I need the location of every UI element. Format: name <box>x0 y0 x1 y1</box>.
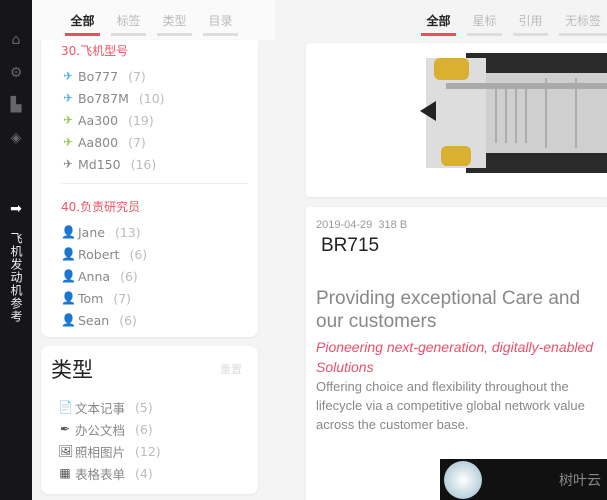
user-icon: 👤 <box>61 313 76 327</box>
note-body: Offering choice and flexibility througho… <box>316 379 585 432</box>
item-label: Anna <box>78 268 111 284</box>
item-label: Sean <box>78 312 110 328</box>
right-tabs: 全部 星标 引用 无标签 <box>421 0 607 36</box>
item-label: Md150 <box>78 156 121 172</box>
researcher-item[interactable]: 👤 Anna (6) <box>61 265 258 287</box>
researcher-item[interactable]: 👤 Robert (6) <box>61 243 258 265</box>
note-image-card[interactable] <box>306 43 607 197</box>
aircraft-item[interactable]: ✈ Bo787M (10) <box>61 87 258 109</box>
tab-starred[interactable]: 星标 <box>467 0 502 36</box>
type-item[interactable]: ✒ 办公文档 (6) <box>58 418 242 440</box>
tab-tags[interactable]: 标签 <box>111 0 146 36</box>
item-count: (6) <box>120 268 138 284</box>
airplane-icon: ✈ <box>62 157 74 171</box>
note-heading: Providing exceptional Care and our custo… <box>316 288 581 332</box>
item-count: (12) <box>135 443 161 459</box>
tag-icon[interactable]: ◈ <box>8 130 24 146</box>
home-icon[interactable]: ⌂ <box>8 32 24 48</box>
item-count: (6) <box>129 246 148 262</box>
divider <box>61 183 248 184</box>
user-icon: 👤 <box>61 247 76 261</box>
airplane-icon: ✈ <box>62 113 74 127</box>
item-label: Robert <box>78 246 120 262</box>
item-label: 照相图片 <box>75 444 126 460</box>
gear-icon[interactable]: ⚙ <box>8 65 24 81</box>
tab-folders[interactable]: 目录 <box>203 0 238 36</box>
item-label: Bo777 <box>78 68 119 84</box>
arrow-right-icon[interactable]: ➡ <box>8 201 24 217</box>
aircraft-item[interactable]: ✈ Aa800 (7) <box>61 131 258 153</box>
item-count: (13) <box>114 224 141 240</box>
windows-logo-icon <box>444 461 482 499</box>
item-count: (6) <box>119 312 137 328</box>
aircraft-list: ✈ Bo777 (7) ✈ Bo787M (10) ✈ Aa300 (19) ✈ Aa800 (7) ✈… <box>61 65 258 175</box>
item-label: Tom <box>78 290 104 306</box>
file-type-icon: ✒ <box>59 422 71 436</box>
tab-types[interactable]: 类型 <box>157 0 192 36</box>
type-list: 📄 文本记事 (5) ✒ 办公文档 (6) 🖼 照相图片 (12) ▦ 表格表单 (4) <box>51 396 242 484</box>
tab-referenced[interactable]: 引用 <box>513 0 548 36</box>
watermark: 树叶云 <box>440 459 607 500</box>
researcher-section-title: 40.负责研究员 <box>61 200 141 214</box>
item-count: (5) <box>135 399 153 415</box>
reset-button[interactable]: 重置 <box>220 361 242 377</box>
filter-card: 30.飞机型号 ✈ Bo777 (7) ✈ Bo787M (10) ✈ Aa300 (19) ✈ A… <box>41 40 258 337</box>
aircraft-item[interactable]: ✈ Bo777 (7) <box>61 65 258 87</box>
item-count: (19) <box>128 112 154 128</box>
file-type-icon: 🖼 <box>58 444 74 458</box>
type-item[interactable]: 📄 文本记事 (5) <box>58 396 242 418</box>
engine-image <box>420 53 607 173</box>
item-count: (7) <box>113 290 132 306</box>
researcher-item[interactable]: 👤 Tom (7) <box>61 287 258 309</box>
left-tabs: 全部 标签 类型 目录 <box>65 0 238 36</box>
item-count: (7) <box>128 68 146 84</box>
researcher-item[interactable]: 👤 Sean (6) <box>61 309 258 331</box>
item-label: 办公文档 <box>75 422 126 438</box>
aircraft-section-title: 30.飞机型号 <box>61 44 129 58</box>
item-count: (6) <box>135 421 153 437</box>
airplane-icon: ✈ <box>62 91 74 105</box>
item-label: Bo787M <box>78 90 129 106</box>
item-label: 文本记事 <box>75 400 126 416</box>
item-count: (10) <box>138 90 165 106</box>
notebook-label[interactable]: 飞机发动机参考 <box>8 232 25 323</box>
researcher-item[interactable]: 👤 Jane (13) <box>61 221 258 243</box>
airplane-icon: ✈ <box>62 135 74 149</box>
note-title: BR715 <box>321 235 380 256</box>
user-icon: 👤 <box>61 225 76 239</box>
tab-all[interactable]: 全部 <box>65 0 100 36</box>
file-type-icon: 📄 <box>58 400 73 414</box>
note-subheading: Pioneering next-generation, digitally-en… <box>316 339 594 375</box>
user-icon: 👤 <box>61 291 76 305</box>
types-card: 类型 重置 📄 文本记事 (5) ✒ 办公文档 (6) 🖼 照相图片 (12) ▦ 表格表单 (4) <box>41 346 258 494</box>
researcher-list: 👤 Jane (13) 👤 Robert (6) 👤 Anna (6) 👤 Tom (7) 👤 Sean(… <box>61 221 258 331</box>
airplane-icon: ✈ <box>62 69 74 83</box>
item-label: 表格表单 <box>75 466 126 482</box>
book-icon[interactable]: ▙ <box>8 97 24 113</box>
type-item[interactable]: 🖼 照相图片 (12) <box>58 440 242 462</box>
note-card[interactable]: 2019-04-29 318 B BR715 Providing excepti… <box>306 207 607 500</box>
note-date: 2019-04-29 <box>316 219 373 231</box>
item-count: (16) <box>130 156 157 172</box>
note-size: 318 B <box>378 219 408 231</box>
item-label: Aa300 <box>78 112 119 128</box>
sidebar: ⌂ ⚙ ▙ ◈ ➡ 飞机发动机参考 <box>0 0 32 500</box>
watermark-text: 树叶云 <box>559 472 601 489</box>
type-item[interactable]: ▦ 表格表单 (4) <box>58 462 242 484</box>
user-icon: 👤 <box>61 269 76 283</box>
aircraft-item[interactable]: ✈ Aa300 (19) <box>61 109 258 131</box>
tab-untagged[interactable]: 无标签 <box>559 0 607 36</box>
item-label: Aa800 <box>78 134 119 150</box>
item-count: (7) <box>128 134 146 150</box>
file-type-icon: ▦ <box>59 466 71 480</box>
types-title: 类型 <box>51 358 93 382</box>
item-count: (4) <box>135 465 153 481</box>
item-label: Jane <box>78 224 105 240</box>
aircraft-item[interactable]: ✈ Md150 (16) <box>61 153 258 175</box>
tab-all[interactable]: 全部 <box>421 0 456 36</box>
